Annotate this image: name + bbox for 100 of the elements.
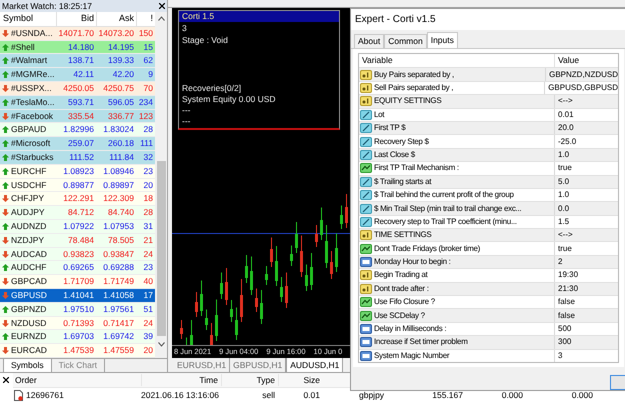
variable-value[interactable]: 0.0 xyxy=(555,202,618,214)
variable-value[interactable]: 1.0 xyxy=(555,189,618,202)
symbol-row[interactable]: USDCHF 0.89877 0.89897 20 xyxy=(0,178,155,192)
spread-value: 17 xyxy=(142,289,154,302)
variable-value[interactable]: 19:30 xyxy=(555,269,618,282)
dialog-tab[interactable]: About xyxy=(354,34,384,48)
chart-tab[interactable]: AUDUSD,H1 xyxy=(286,358,344,372)
variable-name: Dont trade after : xyxy=(374,282,429,295)
column-header[interactable]: Size xyxy=(278,374,323,386)
symbol-row[interactable]: AUDCAD 0.93823 0.93847 24 xyxy=(0,248,155,262)
symbol-row[interactable]: #TeslaMo... 593.71 596.05 234 xyxy=(0,96,155,110)
variable-value[interactable]: 500 xyxy=(555,323,618,336)
variable-value[interactable]: 3 xyxy=(555,350,618,362)
symbol-row[interactable]: #USNDA... 14071.70 14073.20 150 xyxy=(0,26,155,41)
scroll-up-icon[interactable] xyxy=(158,16,164,21)
bid-price: 122.291 xyxy=(62,192,95,206)
variable-value[interactable]: false xyxy=(555,296,618,308)
symbol-row[interactable]: #Walmart 138.71 139.33 62 xyxy=(0,54,155,68)
symbol-row[interactable]: CHFJPY 122.291 122.309 18 xyxy=(0,192,155,206)
symbol-row[interactable]: #Starbucks 111.52 111.84 32 xyxy=(0,151,155,165)
symbol-name: AUDCHF xyxy=(11,261,46,274)
symbol-row[interactable]: #Shell 14.180 14.195 15 xyxy=(0,40,155,54)
close-icon[interactable] xyxy=(159,2,165,9)
variable-value[interactable]: false xyxy=(555,310,618,322)
candlestick xyxy=(300,235,303,278)
variable-value[interactable]: 21:30 xyxy=(555,282,618,295)
column-header[interactable]: Bid xyxy=(56,12,96,26)
symbol-row[interactable]: AUDCHF 0.69265 0.69288 23 xyxy=(0,261,155,276)
symbol-row[interactable]: NZDUSD 0.71393 0.71417 24 xyxy=(0,316,155,330)
symbol-row[interactable]: AUDNZD 1.07922 1.07953 31 xyxy=(0,220,155,234)
panel-title: Market Watch: 18:25:17 xyxy=(2,2,92,10)
close-icon[interactable] xyxy=(3,377,9,383)
dialog-tab[interactable]: Inputs xyxy=(426,32,458,48)
variable-value[interactable]: GBPUSD,GBPUSD xyxy=(545,82,618,94)
ask-price: 596.05 xyxy=(107,96,135,109)
bid-price: 42.11 xyxy=(72,68,95,82)
symbol-row[interactable]: NZDJPY 78.484 78.505 21 xyxy=(0,234,155,248)
column-header[interactable]: Type xyxy=(221,374,278,386)
variable-value[interactable]: 300 xyxy=(555,336,618,348)
spread-value: 39 xyxy=(142,330,154,344)
bid-price: 84.712 xyxy=(67,206,95,219)
symbol-row[interactable]: EURNZD 1.69703 1.69742 39 xyxy=(0,330,155,344)
symbol-row[interactable]: GBPNZD 1.97510 1.97561 51 xyxy=(0,302,155,317)
bid-price: 1.97510 xyxy=(62,302,95,316)
candlestick xyxy=(225,268,228,306)
variable-name: $ Min Trail Step (min trail to trail change exc... xyxy=(374,202,522,214)
bid-price: 78.484 xyxy=(67,234,95,247)
variable-name: Use Fifo Closure ? xyxy=(374,296,435,308)
symbol-row[interactable]: #Facebook 335.54 336.77 123 xyxy=(0,110,155,124)
spread-value: 28 xyxy=(142,206,154,219)
candlestick xyxy=(330,250,333,280)
ask-price: 84.740 xyxy=(107,206,135,219)
symbol-name: #Microsoft xyxy=(11,137,50,150)
variable-value[interactable]: -25.0 xyxy=(555,136,618,148)
symbol-row[interactable]: GBPCAD 1.71709 1.71749 40 xyxy=(0,275,155,290)
variable-value[interactable]: 5.0 xyxy=(555,176,618,188)
candlestick xyxy=(250,256,253,296)
candlestick xyxy=(315,224,318,248)
symbol-name: NZDUSD xyxy=(11,316,46,330)
variable-name: TIME SETTINGS xyxy=(374,229,432,242)
variable-value[interactable]: 0.01 xyxy=(555,108,618,121)
dialog-title: Expert - Corti v1.5 xyxy=(355,12,436,27)
column-header[interactable]: Symbol xyxy=(0,12,56,26)
variable-value[interactable]: <--> xyxy=(555,229,618,242)
variable-value[interactable]: true xyxy=(555,242,618,255)
variable-value[interactable]: GBPNZD,NZDUSD xyxy=(546,68,618,81)
bid-price: 1.71709 xyxy=(62,275,95,288)
dialog-button[interactable] xyxy=(610,375,625,390)
candlestick xyxy=(210,322,213,345)
symbol-row[interactable]: EURCAD 1.47539 1.47559 20 xyxy=(0,344,155,358)
bid-price: 1.47539 xyxy=(62,344,95,357)
variable-value[interactable]: 1.5 xyxy=(555,216,618,228)
variable-value[interactable]: 20.0 xyxy=(555,122,618,134)
symbol-row[interactable]: EURCHF 1.08923 1.08946 23 xyxy=(0,164,155,179)
column-header[interactable]: Value xyxy=(555,54,618,68)
overlay-text: Recoveries[0/2] xyxy=(182,83,242,94)
column-header[interactable]: Time xyxy=(141,374,221,386)
symbol-row[interactable]: #MGMRe... 42.11 42.20 9 xyxy=(0,68,155,82)
scrollbar[interactable] xyxy=(155,12,167,358)
spread-value: 21 xyxy=(142,234,154,247)
scroll-down-icon[interactable] xyxy=(158,342,164,347)
column-header[interactable]: Ask xyxy=(96,12,136,26)
variable-value[interactable]: <--> xyxy=(555,95,618,108)
symbol-name: GBPUSD xyxy=(11,289,47,302)
symbol-name: EURCAD xyxy=(11,344,47,357)
variable-value[interactable]: true xyxy=(555,162,618,174)
variable-name: $ Trail behind the current profit of the group xyxy=(374,189,514,202)
panel-tab[interactable]: Symbols xyxy=(3,359,52,372)
dialog-tab[interactable]: Common xyxy=(384,34,427,48)
symbol-row[interactable]: AUDJPY 84.712 84.740 28 xyxy=(0,206,155,220)
candlestick xyxy=(305,264,308,292)
variable-value[interactable]: 1.0 xyxy=(555,148,618,161)
variable-value[interactable]: 2 xyxy=(555,256,618,268)
scroll-thumb[interactable] xyxy=(156,160,166,336)
column-header[interactable]: Order xyxy=(13,374,141,386)
symbol-row[interactable]: GBPAUD 1.82996 1.83024 28 xyxy=(0,123,155,138)
bid-price: 1.08923 xyxy=(62,164,95,178)
symbol-row[interactable]: #Microsoft 259.07 260.18 111 xyxy=(0,137,155,152)
symbol-row[interactable]: GBPUSD 1.41041 1.41058 17 xyxy=(0,289,155,303)
symbol-row[interactable]: #USSPX... 4250.05 4250.75 70 xyxy=(0,82,155,96)
